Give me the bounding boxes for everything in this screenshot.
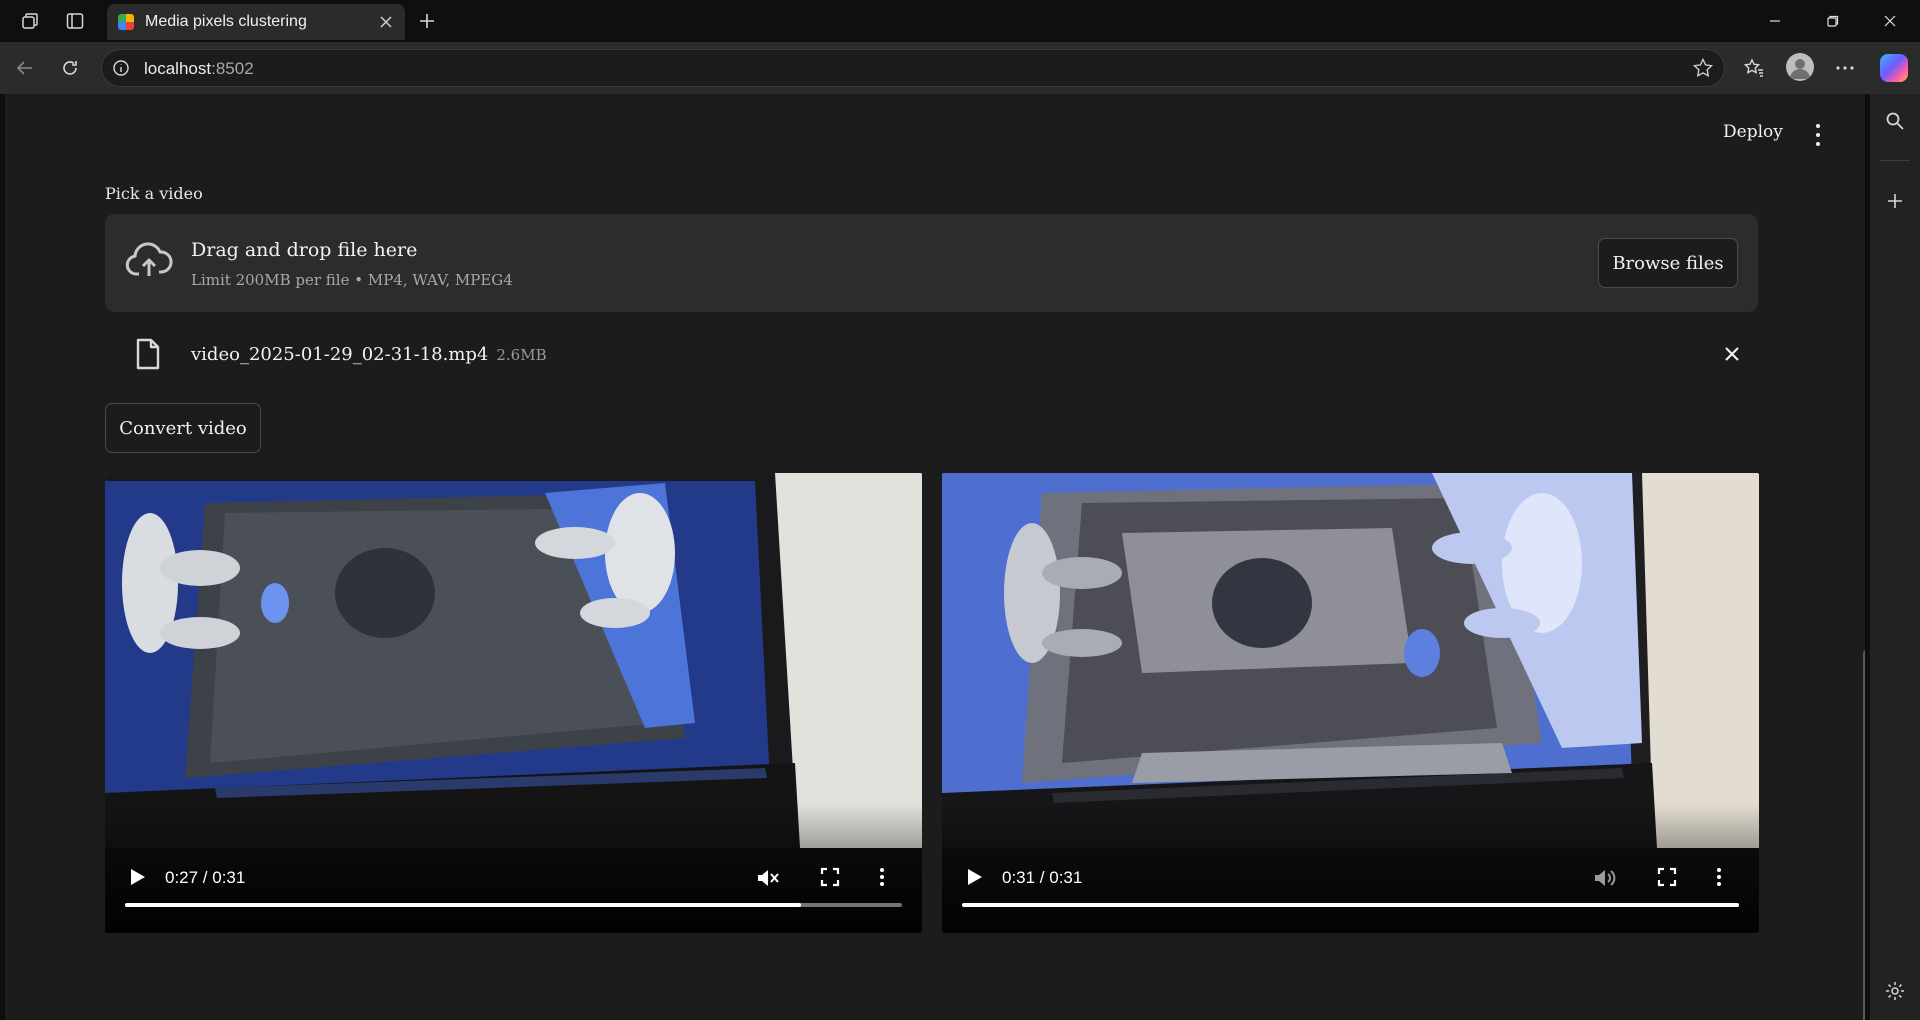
search-icon[interactable] <box>1882 108 1908 134</box>
video-time: 0:27 / 0:31 <box>165 868 246 887</box>
settings-icon[interactable] <box>1882 978 1908 1004</box>
clustered-video-player[interactable]: 0:31 / 0:31 <box>942 473 1759 933</box>
star-icon[interactable] <box>1692 57 1714 79</box>
volume-icon[interactable] <box>1592 865 1618 891</box>
side-panel <box>1870 94 1920 1020</box>
address-bar[interactable]: localhost:8502 <box>101 49 1725 87</box>
video-more-icon[interactable] <box>878 865 886 889</box>
info-icon[interactable] <box>112 59 130 77</box>
reload-icon[interactable] <box>56 54 84 82</box>
file-size: 2.6MB <box>496 346 547 364</box>
video-progress-track[interactable] <box>962 903 1739 907</box>
fullscreen-icon[interactable] <box>818 865 842 889</box>
plus-icon[interactable] <box>414 8 440 34</box>
restore-icon[interactable] <box>1810 6 1856 36</box>
video-progress-track[interactable] <box>125 903 902 907</box>
remove-file-icon[interactable] <box>1720 342 1744 366</box>
title-bar: Media pixels clustering <box>0 0 1920 42</box>
dropzone-subtitle: Limit 200MB per file • MP4, WAV, MPEG4 <box>191 271 513 289</box>
close-window-icon[interactable] <box>1867 6 1913 36</box>
browse-files-button[interactable]: Browse files <box>1598 238 1738 288</box>
profile-icon[interactable] <box>1786 53 1814 81</box>
favorites-icon[interactable] <box>1740 54 1768 82</box>
play-icon[interactable] <box>962 865 986 889</box>
minimize-icon[interactable] <box>1752 6 1798 36</box>
app-content: Deploy Pick a video Drag and drop file h… <box>5 94 1865 1020</box>
video-progress-fill <box>962 903 1739 907</box>
file-dropzone[interactable]: Drag and drop file here Limit 200MB per … <box>105 214 1758 312</box>
fullscreen-icon[interactable] <box>1655 865 1679 889</box>
side-panel-divider <box>1880 160 1910 161</box>
convert-video-button[interactable]: Convert video <box>105 403 261 453</box>
back-icon[interactable] <box>11 54 39 82</box>
plus-icon[interactable] <box>1882 188 1908 214</box>
uploaded-file-row: video_2025-01-29_02-31-18.mp4 2.6MB <box>105 330 1758 380</box>
file-name: video_2025-01-29_02-31-18.mp4 2.6MB <box>191 344 547 365</box>
original-video-player[interactable]: 0:27 / 0:31 <box>105 473 922 933</box>
navigation-bar: localhost:8502 <box>0 42 1920 94</box>
tab-actions-icon[interactable] <box>62 8 88 34</box>
tab-title: Media pixels clustering <box>145 13 307 30</box>
video-more-icon[interactable] <box>1715 865 1723 889</box>
url-text: localhost:8502 <box>144 59 254 78</box>
deploy-button[interactable]: Deploy <box>1723 122 1783 142</box>
more-icon[interactable] <box>1831 54 1859 82</box>
file-icon <box>135 338 161 370</box>
main-menu-icon[interactable] <box>1811 124 1825 146</box>
streamlit-favicon-icon <box>118 14 134 30</box>
volume-muted-icon[interactable] <box>755 865 781 891</box>
play-icon[interactable] <box>125 865 149 889</box>
scrollbar[interactable] <box>1863 650 1865 1020</box>
workspaces-icon[interactable] <box>17 8 43 34</box>
video-time: 0:31 / 0:31 <box>1002 868 1083 887</box>
dropzone-title: Drag and drop file here <box>191 239 418 261</box>
cloud-upload-icon <box>125 242 173 282</box>
copilot-icon[interactable] <box>1880 54 1908 82</box>
close-icon[interactable] <box>375 11 397 33</box>
video-progress-fill <box>125 903 801 907</box>
uploader-label: Pick a video <box>105 184 203 203</box>
browser-tab[interactable]: Media pixels clustering <box>107 4 405 40</box>
